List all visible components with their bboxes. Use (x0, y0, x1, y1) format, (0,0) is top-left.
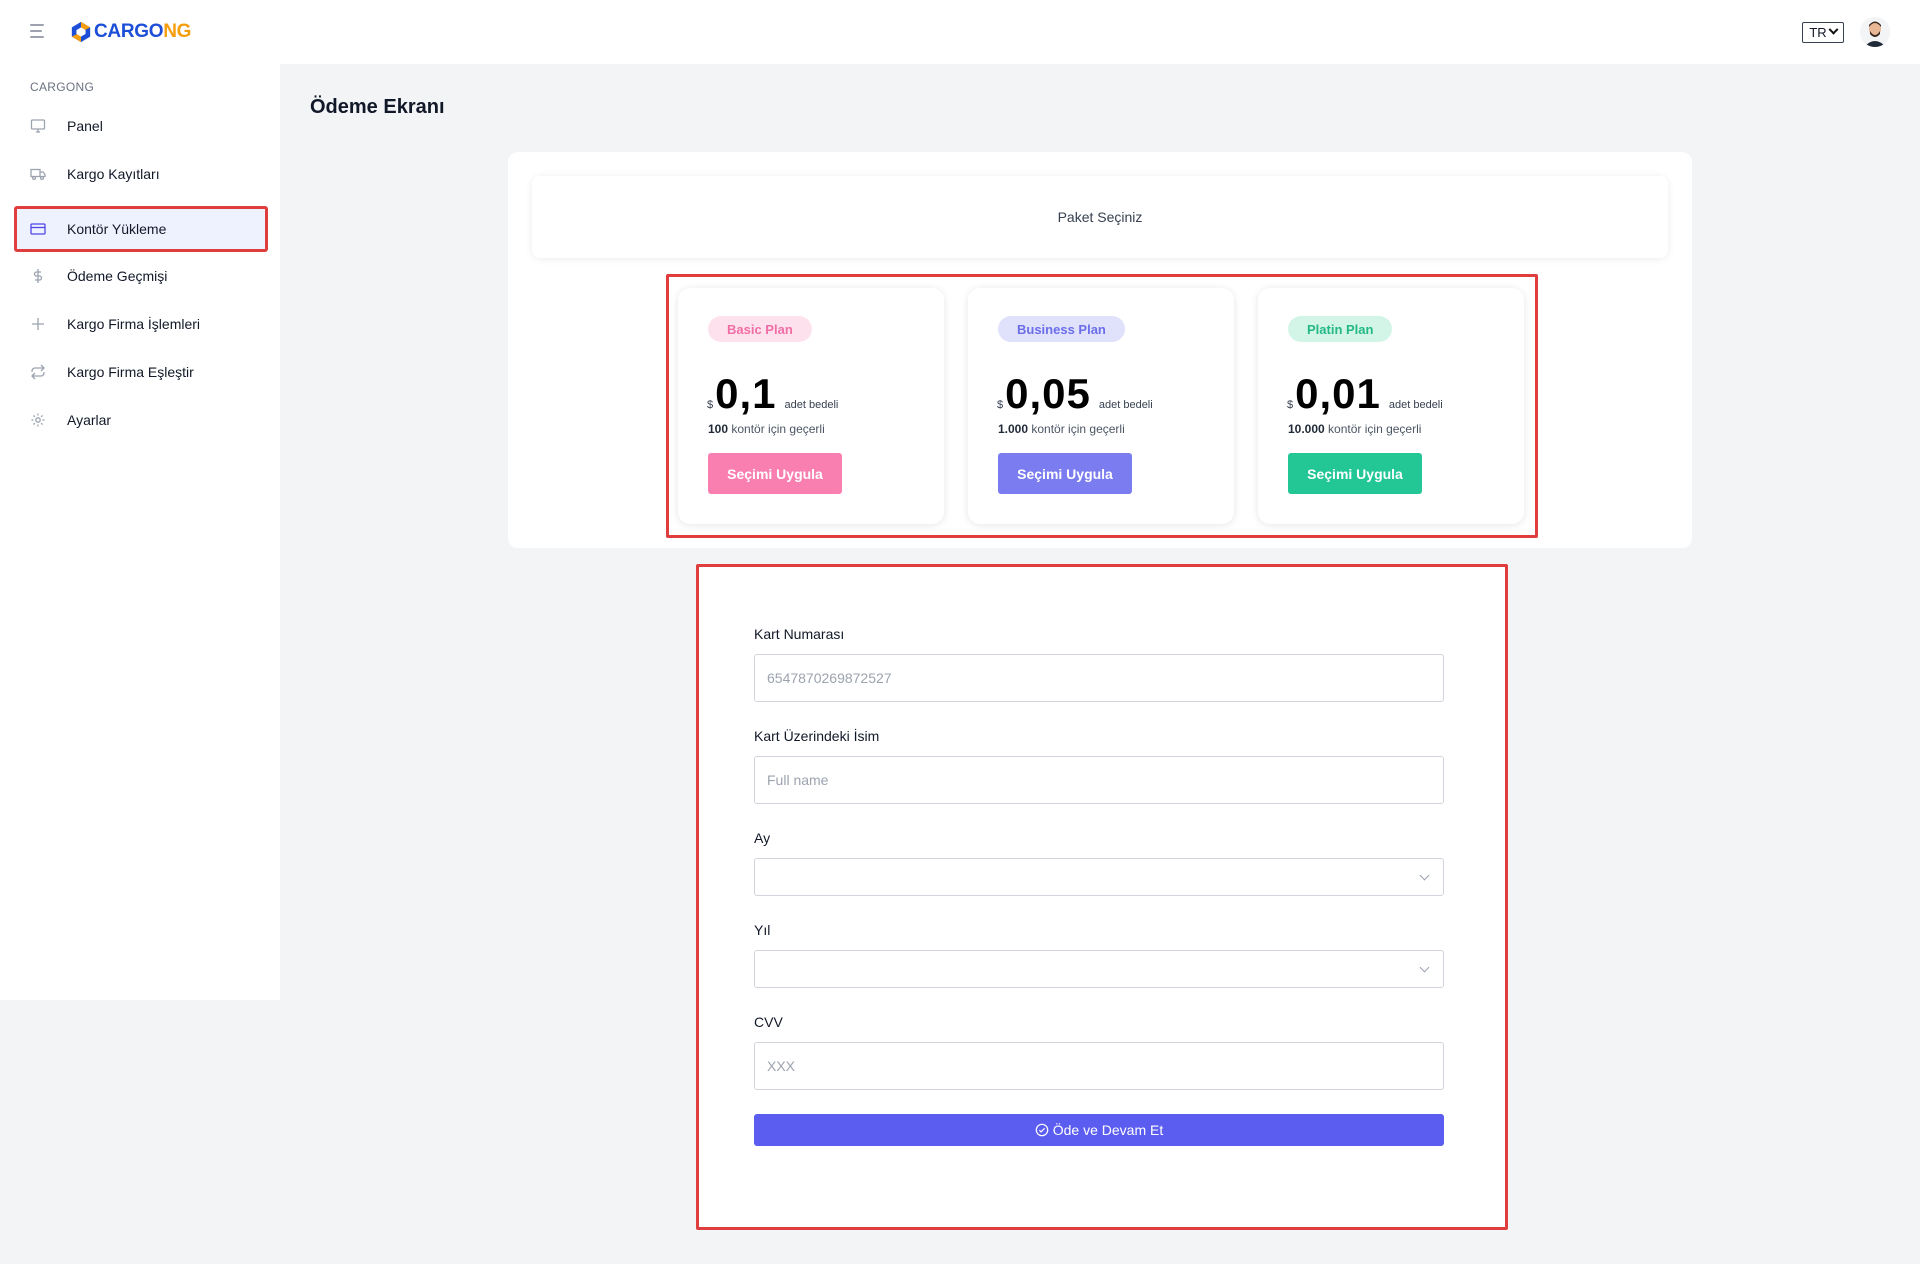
price-currency: $ (997, 399, 1004, 411)
plan-credits-suffix: kontör için geçerli (1328, 422, 1422, 436)
language-select[interactable]: TR (1802, 22, 1844, 43)
sidebar-item-label: Kontör Yükleme (67, 221, 167, 237)
logo-text-ng: NG (163, 21, 192, 42)
apply-selection-button[interactable]: Seçimi Uygula (708, 453, 842, 494)
plan-credits-suffix: kontör için geçerli (731, 422, 825, 436)
repeat-icon (30, 364, 46, 380)
plan-badge: Platin Plan (1288, 316, 1393, 342)
app-logo[interactable]: CARGO NG (70, 20, 191, 44)
sidebar-item-ayarlar[interactable]: Ayarlar (14, 398, 268, 442)
logo-text-cargo: CARGO (94, 21, 164, 42)
plan-credits: 100 kontör için geçerli (708, 422, 825, 436)
sidebar-item-kargo-kayitlari[interactable]: Kargo Kayıtları (14, 152, 268, 196)
sidebar-item-label: Kargo Kayıtları (67, 166, 160, 182)
price-value: 0,1 (715, 370, 777, 417)
avatar-icon (1860, 17, 1890, 47)
sidebar-item-kontor-yukleme[interactable]: Kontör Yükleme (14, 206, 268, 252)
price-currency: $ (707, 399, 714, 411)
apply-selection-button[interactable]: Seçimi Uygula (1288, 453, 1422, 494)
plan-credits-amount: 10.000 (1288, 422, 1325, 436)
form-highlight-frame (696, 564, 1508, 1230)
plan-credits: 10.000 kontör için geçerli (1288, 422, 1421, 436)
chevron-down-icon (1828, 24, 1839, 35)
top-bar: CARGO NG TR (0, 0, 1920, 64)
sidebar-item-panel[interactable]: Panel (14, 104, 268, 148)
plan-badge: Basic Plan (708, 316, 812, 342)
dollar-icon (30, 268, 46, 284)
price-value: 0,01 (1295, 370, 1381, 417)
plus-icon (30, 316, 46, 332)
sidebar-item-kargo-firma-islemleri[interactable]: Kargo Firma İşlemleri (14, 302, 268, 346)
apply-selection-button[interactable]: Seçimi Uygula (998, 453, 1132, 494)
sidebar-item-label: Ödeme Geçmişi (67, 268, 168, 284)
sidebar-item-label: Kargo Firma Eşleştir (67, 364, 194, 380)
price-row: $ 0,05 adet bedeli (997, 370, 1153, 418)
credit-card-icon (30, 221, 46, 237)
price-unit: adet bedeli (784, 399, 839, 411)
price-value: 0,05 (1005, 370, 1091, 417)
page-title: Ödeme Ekranı (310, 96, 445, 118)
price-currency: $ (1287, 399, 1294, 411)
sidebar-item-label: Kargo Firma İşlemleri (67, 316, 201, 332)
sidebar-heading: CARGONG (30, 80, 95, 94)
language-value: TR (1809, 25, 1827, 40)
logo-mark-icon (71, 21, 91, 43)
sidebar-item-odeme-gecmisi[interactable]: Ödeme Geçmişi (14, 254, 268, 298)
plan-credits-amount: 100 (708, 422, 729, 436)
menu-toggle-icon[interactable] (30, 24, 46, 38)
price-unit: adet bedeli (1388, 399, 1443, 411)
plan-credits-amount: 1.000 (998, 422, 1029, 436)
price-row: $ 0,01 adet bedeli (1287, 370, 1443, 418)
gear-icon (30, 412, 46, 428)
plan-badge: Business Plan (998, 316, 1125, 342)
price-row: $ 0,1 adet bedeli (707, 370, 838, 418)
sidebar-item-label: Ayarlar (67, 412, 112, 428)
plan-credits-suffix: kontör için geçerli (1031, 422, 1125, 436)
truck-icon (30, 166, 46, 182)
sidebar: CARGONG Panel Kargo Kayıtları Kontör Yük… (0, 64, 280, 1000)
plan-credits: 1.000 kontör için geçerli (998, 422, 1125, 436)
price-unit: adet bedeli (1098, 399, 1153, 411)
sidebar-item-kargo-firma-eslestir[interactable]: Kargo Firma Eşleştir (14, 350, 268, 394)
package-header: Paket Seçiniz (532, 176, 1668, 258)
monitor-icon (30, 118, 46, 134)
plan-card-business: Business Plan $ 0,05 adet bedeli 1.000 k… (968, 288, 1234, 524)
sidebar-item-label: Panel (67, 118, 103, 134)
plan-card-basic: Basic Plan $ 0,1 adet bedeli 100 kontör … (678, 288, 944, 524)
user-avatar[interactable] (1860, 17, 1890, 47)
plan-card-platin: Platin Plan $ 0,01 adet bedeli 10.000 ko… (1258, 288, 1524, 524)
